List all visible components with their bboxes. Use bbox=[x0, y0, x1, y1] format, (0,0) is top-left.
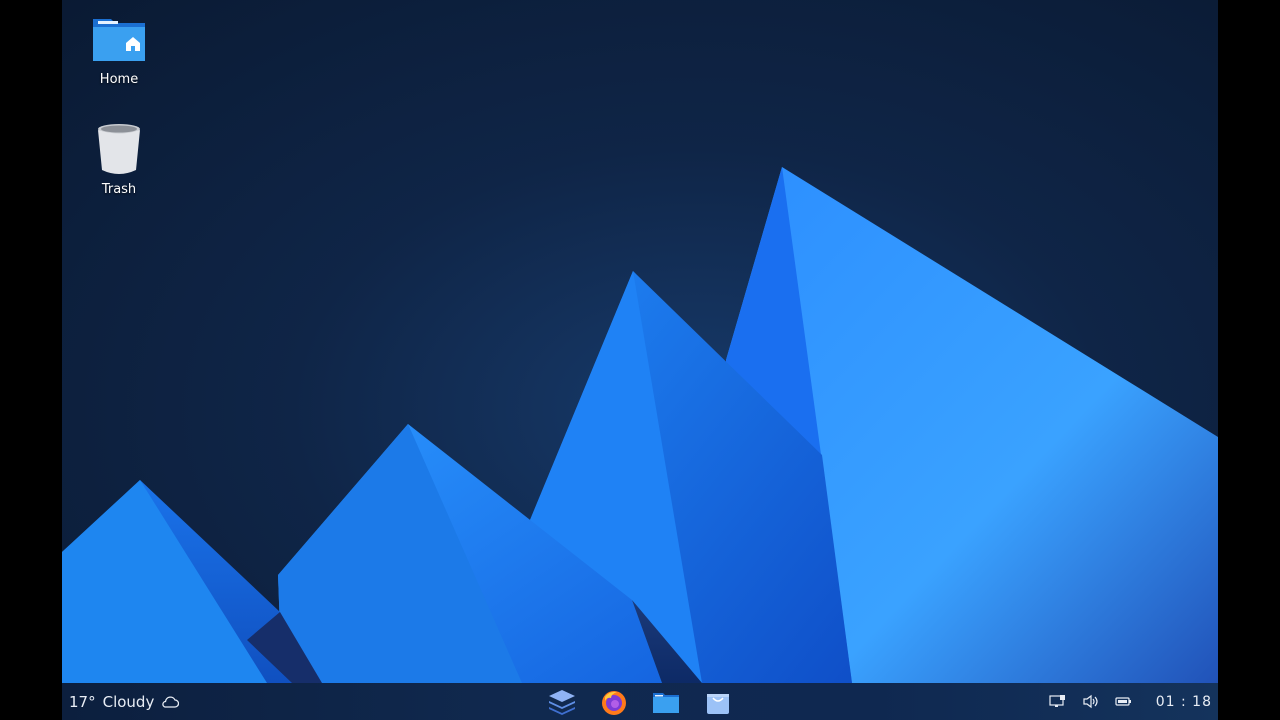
system-tray: 01 : 18 bbox=[1049, 683, 1212, 720]
cloud-icon bbox=[162, 695, 180, 708]
folder-icon bbox=[653, 693, 679, 713]
desktop-icon-home[interactable]: Home bbox=[74, 10, 164, 87]
layers-icon bbox=[549, 690, 575, 715]
dock-item-files[interactable] bbox=[650, 687, 682, 717]
dock-item-layers[interactable] bbox=[546, 687, 578, 717]
weather-widget[interactable]: 17° Cloudy bbox=[69, 683, 180, 720]
weather-temperature: 17° bbox=[69, 692, 96, 711]
tray-volume[interactable] bbox=[1082, 694, 1099, 709]
battery-icon bbox=[1115, 697, 1131, 706]
wallpaper bbox=[62, 167, 1218, 683]
left-letterbox bbox=[0, 0, 62, 720]
right-letterbox bbox=[1218, 0, 1280, 720]
tray-network[interactable] bbox=[1049, 694, 1066, 709]
volume-icon bbox=[1083, 694, 1098, 709]
tray-battery[interactable] bbox=[1115, 694, 1132, 709]
clock[interactable]: 01 : 18 bbox=[1156, 694, 1212, 710]
store-bag-icon bbox=[707, 694, 729, 714]
desktop-icon-label: Home bbox=[99, 72, 139, 87]
taskbar: 17° Cloudy 01: 18 bbox=[62, 683, 1218, 720]
dock bbox=[546, 687, 734, 717]
firefox-icon bbox=[602, 691, 626, 715]
dock-item-store[interactable] bbox=[702, 687, 734, 717]
desktop-icon-label: Trash bbox=[101, 182, 137, 197]
network-icon bbox=[1049, 695, 1065, 707]
weather-condition: Cloudy bbox=[102, 692, 155, 711]
desktop-icon-trash[interactable]: Trash bbox=[74, 120, 164, 197]
trash-icon bbox=[98, 124, 140, 174]
dock-item-firefox[interactable] bbox=[598, 687, 630, 717]
home-folder-icon bbox=[93, 19, 145, 61]
desktop[interactable]: Home Trash bbox=[62, 0, 1218, 683]
